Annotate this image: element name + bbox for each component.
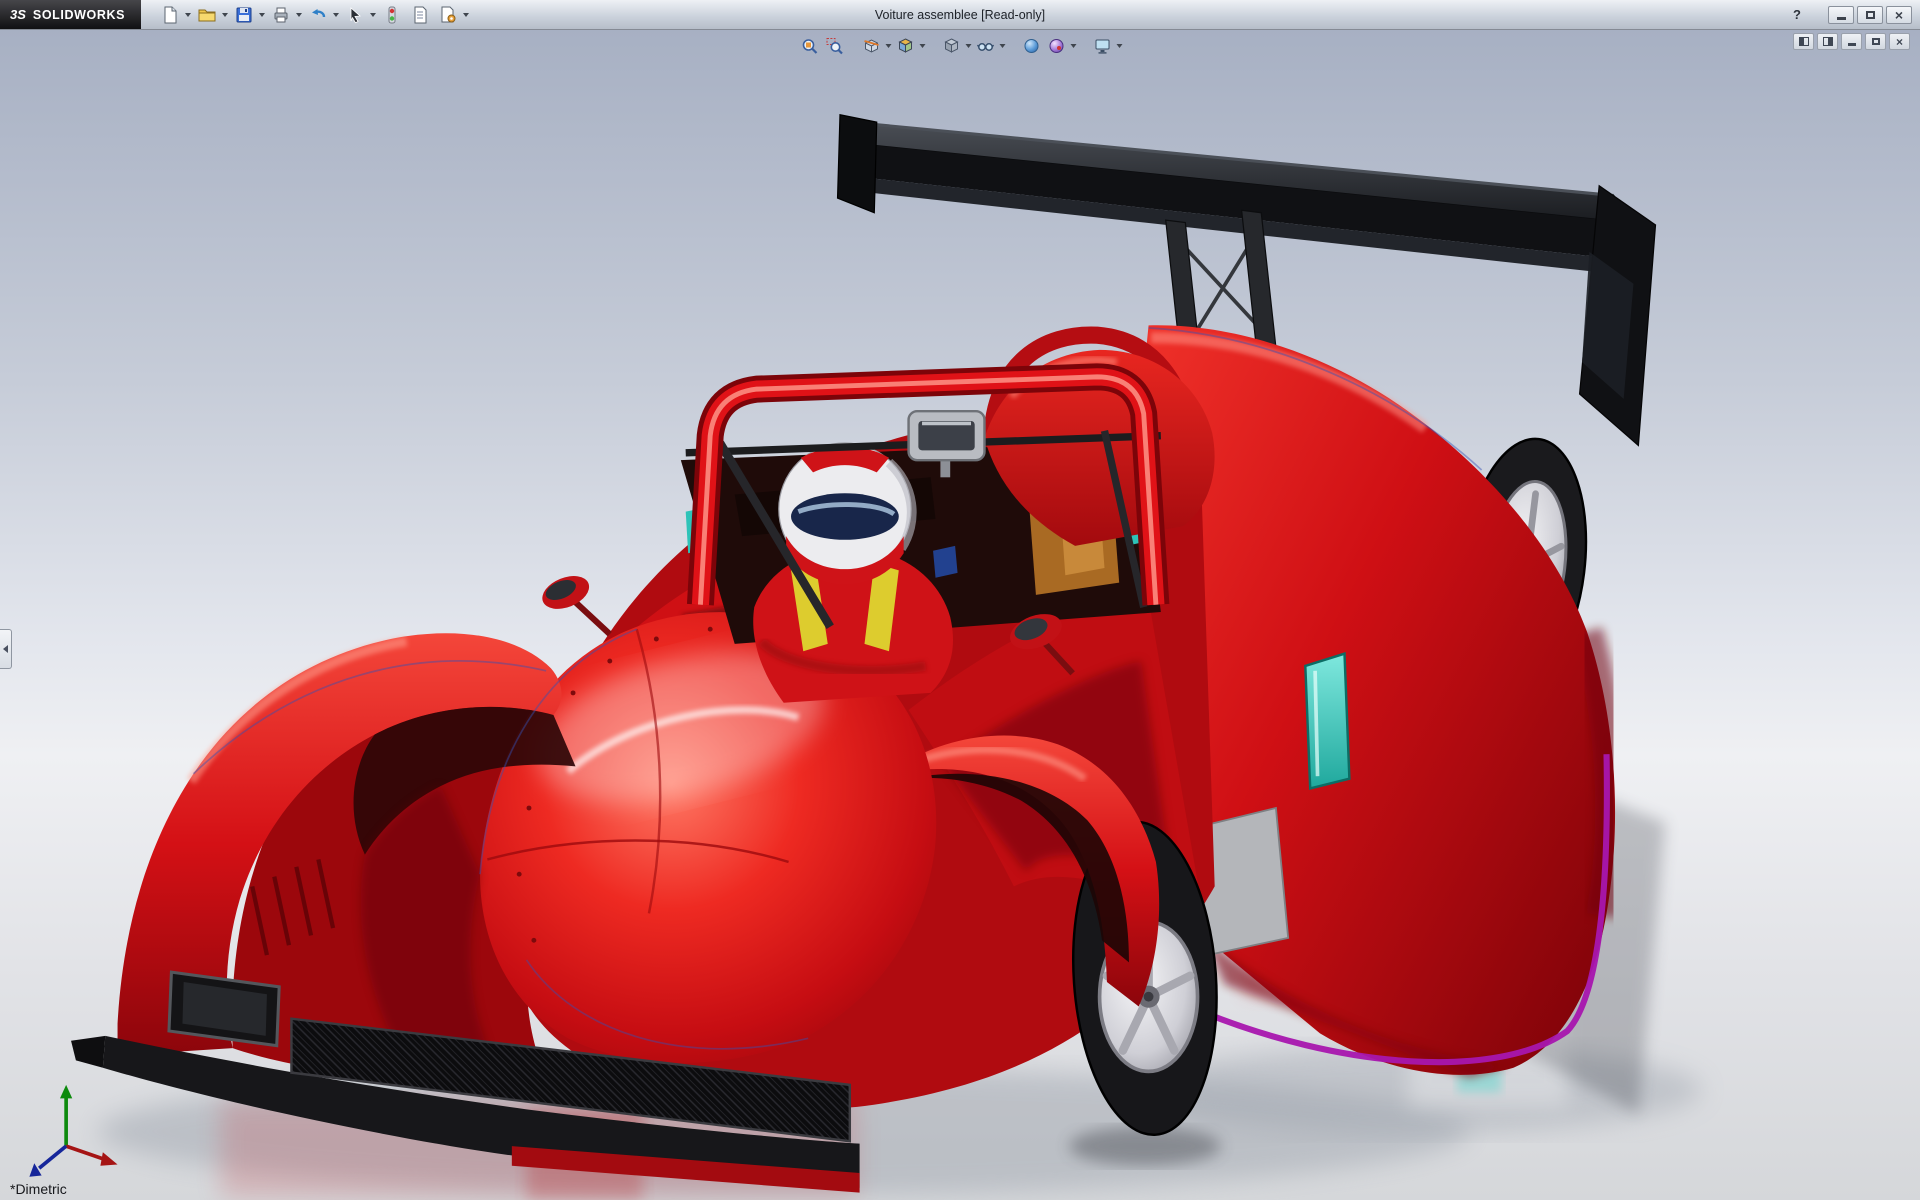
- minimize-button[interactable]: [1828, 5, 1854, 24]
- dropdown-arrow-icon[interactable]: [884, 34, 893, 58]
- split-view-button[interactable]: [1817, 33, 1838, 50]
- dropdown-arrow-icon[interactable]: [183, 3, 192, 27]
- window-controls: ? ×: [1787, 0, 1912, 29]
- viewport-layout-button[interactable]: [1793, 33, 1814, 50]
- main-toolbar: [157, 3, 472, 27]
- dropdown-arrow-icon[interactable]: [1115, 34, 1124, 58]
- undo-button[interactable]: [305, 3, 331, 27]
- heads-up-toolbar: [797, 34, 1124, 58]
- dropdown-arrow-icon[interactable]: [964, 34, 973, 58]
- side-window-teal: [1304, 652, 1351, 790]
- dropdown-arrow-icon[interactable]: [461, 3, 470, 27]
- display-style-button[interactable]: [939, 35, 964, 58]
- close-icon: ×: [1894, 6, 1904, 23]
- doc-restore-button[interactable]: [1865, 33, 1886, 50]
- select-tool-button[interactable]: [342, 3, 368, 27]
- title-bar: 3S SOLIDWORKS Voiture assemblee [Read-on…: [0, 0, 1920, 30]
- dropdown-arrow-icon[interactable]: [220, 3, 229, 27]
- view-orientation-button[interactable]: [893, 35, 918, 58]
- save-button[interactable]: [231, 3, 257, 27]
- document-window-controls: ×: [1793, 33, 1910, 50]
- hide-show-items-button[interactable]: [973, 35, 998, 58]
- open-button[interactable]: [194, 3, 220, 27]
- edit-appearance-button[interactable]: [1019, 35, 1044, 58]
- dropdown-arrow-icon[interactable]: [257, 3, 266, 27]
- minimize-icon: [1836, 16, 1846, 20]
- minimize-icon: [1847, 43, 1856, 46]
- close-icon: ×: [1895, 34, 1903, 49]
- brand-name: SOLIDWORKS: [32, 7, 126, 22]
- file-properties-button[interactable]: [407, 3, 433, 27]
- view-settings-button[interactable]: [1090, 35, 1115, 58]
- doc-close-button[interactable]: ×: [1889, 33, 1910, 50]
- maximize-button[interactable]: [1857, 5, 1883, 24]
- featuremanager-collapsed-tab[interactable]: [0, 629, 12, 669]
- graphics-area[interactable]: × *Dimetric: [0, 29, 1920, 1200]
- view-orientation-label: *Dimetric: [10, 1181, 67, 1197]
- solidworks-logo: 3S SOLIDWORKS: [0, 0, 142, 29]
- zoom-to-area-button[interactable]: [822, 35, 847, 58]
- zoom-to-fit-button[interactable]: [797, 35, 822, 58]
- dropdown-arrow-icon[interactable]: [331, 3, 340, 27]
- helmet-visor: [791, 493, 899, 540]
- apply-scene-button[interactable]: [1044, 35, 1069, 58]
- dropdown-arrow-icon[interactable]: [1069, 34, 1078, 58]
- section-view-button[interactable]: [859, 35, 884, 58]
- pane-right-icon: [1822, 37, 1833, 46]
- pane-left-icon: [1798, 37, 1809, 46]
- help-button[interactable]: ?: [1787, 6, 1807, 23]
- dassault-logo-icon: 3S: [10, 7, 26, 22]
- solidworks-window: 3S SOLIDWORKS Voiture assemblee [Read-on…: [0, 0, 1920, 1200]
- driver-helmet: [778, 442, 917, 585]
- maximize-icon: [1865, 10, 1875, 19]
- close-button[interactable]: ×: [1886, 5, 1912, 24]
- dropdown-arrow-icon[interactable]: [998, 34, 1007, 58]
- rebuild-button[interactable]: [379, 3, 405, 27]
- new-document-button[interactable]: [157, 3, 183, 27]
- dropdown-arrow-icon[interactable]: [294, 3, 303, 27]
- dropdown-arrow-icon[interactable]: [918, 34, 927, 58]
- print-button[interactable]: [268, 3, 294, 27]
- dropdown-arrow-icon[interactable]: [368, 3, 377, 27]
- restore-icon: [1871, 38, 1880, 45]
- doc-minimize-button[interactable]: [1841, 33, 1862, 50]
- options-button[interactable]: [435, 3, 461, 27]
- model-render: [0, 29, 1920, 1200]
